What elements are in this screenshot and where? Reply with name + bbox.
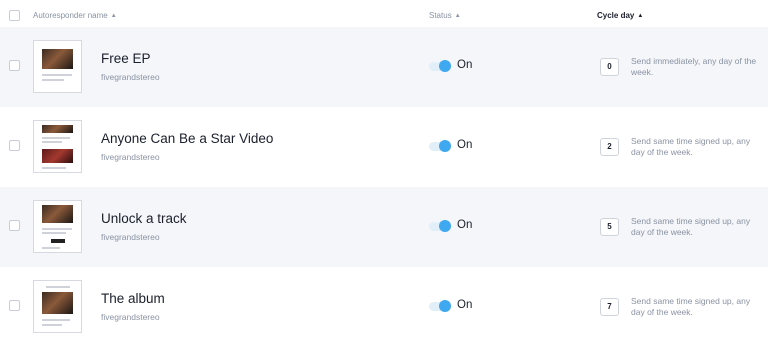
preview-line bbox=[46, 286, 70, 288]
table-header: Autoresponder name ▲ Status ▲ Cycle day ▲ bbox=[0, 0, 768, 30]
cycle-day-description: Send same time signed up, any day of the… bbox=[631, 136, 751, 157]
email-preview-thumbnail[interactable] bbox=[33, 40, 82, 93]
row-checkbox[interactable] bbox=[9, 140, 20, 151]
table-row[interactable]: Unlock a track fivegrandstereo On 5 Send… bbox=[0, 187, 768, 267]
cycle-day-description: Send immediately, any day of the week. bbox=[631, 56, 757, 77]
preview-line bbox=[42, 228, 72, 230]
status-label: On bbox=[457, 219, 473, 231]
email-preview-thumbnail[interactable] bbox=[33, 120, 82, 173]
preview-line bbox=[42, 232, 66, 234]
cycle-day-description: Send same time signed up, any day of the… bbox=[631, 296, 751, 317]
table-row[interactable]: Free EP fivegrandstereo On 0 Send immedi… bbox=[0, 27, 768, 107]
table-row[interactable]: Anyone Can Be a Star Video fivegrandster… bbox=[0, 107, 768, 187]
autoresponder-sender: fivegrandstereo bbox=[101, 72, 160, 82]
preview-image bbox=[42, 149, 73, 163]
status-label: On bbox=[457, 299, 473, 311]
cycle-day-badge: 7 bbox=[600, 298, 619, 316]
autoresponder-title[interactable]: Free EP bbox=[101, 51, 151, 66]
preview-image bbox=[42, 292, 73, 314]
table-row[interactable]: The album fivegrandstereo On 7 Send same… bbox=[0, 267, 768, 341]
cycle-day-badge: 5 bbox=[600, 218, 619, 236]
status-toggle[interactable] bbox=[429, 220, 452, 233]
column-header-cycle-day[interactable]: Cycle day ▲ bbox=[597, 11, 643, 20]
status-label: On bbox=[457, 139, 473, 151]
row-checkbox[interactable] bbox=[9, 60, 20, 71]
status-toggle[interactable] bbox=[429, 140, 452, 153]
preview-line bbox=[42, 319, 70, 321]
column-header-status[interactable]: Status ▲ bbox=[429, 11, 461, 20]
select-all-checkbox[interactable] bbox=[9, 10, 20, 21]
autoresponder-title[interactable]: Anyone Can Be a Star Video bbox=[101, 131, 273, 146]
cycle-day-badge: 2 bbox=[600, 138, 619, 156]
preview-line bbox=[42, 167, 66, 169]
preview-image bbox=[42, 49, 73, 69]
status-toggle[interactable] bbox=[429, 300, 452, 313]
autoresponder-title[interactable]: Unlock a track bbox=[101, 211, 187, 226]
email-preview-thumbnail[interactable] bbox=[33, 200, 82, 253]
cycle-day-description: Send same time signed up, any day of the… bbox=[631, 216, 751, 237]
preview-line bbox=[42, 247, 60, 249]
autoresponder-sender: fivegrandstereo bbox=[101, 152, 160, 162]
cycle-day-badge: 0 bbox=[600, 58, 619, 76]
email-preview-thumbnail[interactable] bbox=[33, 280, 82, 333]
preview-image bbox=[42, 205, 73, 223]
preview-line bbox=[42, 74, 72, 76]
row-checkbox[interactable] bbox=[9, 300, 20, 311]
preview-line bbox=[42, 137, 70, 139]
status-toggle[interactable] bbox=[429, 60, 452, 73]
row-checkbox[interactable] bbox=[9, 220, 20, 231]
preview-line bbox=[42, 141, 62, 143]
sort-arrow-icon: ▲ bbox=[110, 13, 117, 19]
preview-line bbox=[42, 324, 62, 326]
status-label: On bbox=[457, 59, 473, 71]
preview-button bbox=[51, 239, 65, 243]
sort-arrow-icon: ▲ bbox=[637, 13, 644, 19]
autoresponder-title[interactable]: The album bbox=[101, 291, 165, 306]
preview-line bbox=[42, 79, 64, 81]
preview-image bbox=[42, 125, 73, 133]
autoresponder-sender: fivegrandstereo bbox=[101, 232, 160, 242]
column-header-name[interactable]: Autoresponder name ▲ bbox=[33, 11, 117, 20]
autoresponder-sender: fivegrandstereo bbox=[101, 312, 160, 322]
sort-arrow-icon: ▲ bbox=[454, 13, 461, 19]
